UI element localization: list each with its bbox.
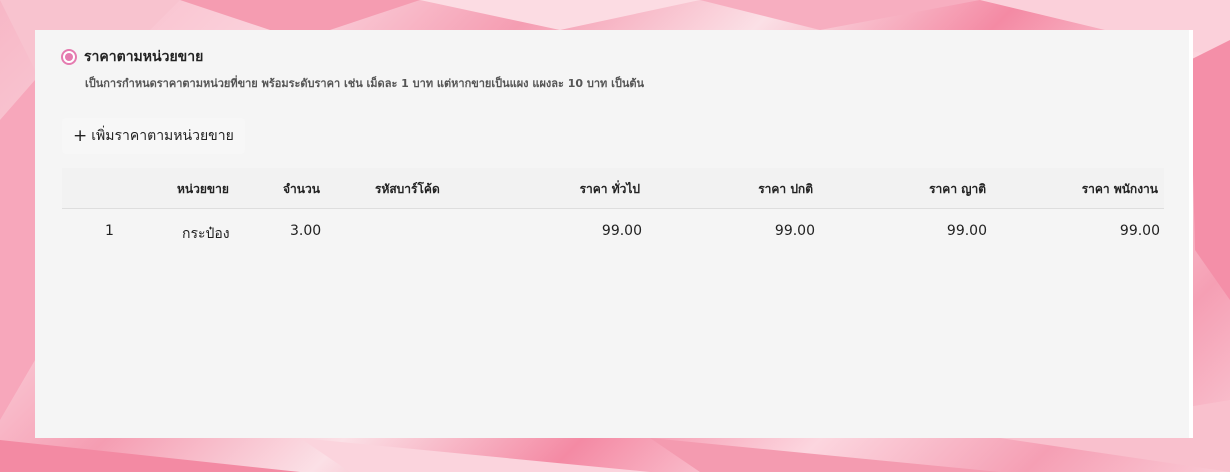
header-price-general: ราคา ทั่วไป — [579, 182, 640, 196]
price-unit-panel: ราคาตามหน่วยขาย เป็นการกำหนดราคาตามหน่วย… — [35, 30, 1193, 438]
header-price-normal: ราคา ปกติ — [758, 182, 813, 196]
header-quantity: จำนวน — [283, 182, 320, 196]
row-unit: กระป๋อง — [182, 226, 230, 242]
header-barcode: รหัสบาร์โค้ด — [375, 182, 440, 196]
radio-selected-dot — [65, 53, 73, 61]
unit-price-table: หน่วยขาย จำนวน รหัสบาร์โค้ด ราคา ทั่วไป … — [62, 168, 1164, 253]
add-unit-price-button[interactable]: + เพิ่มราคาตามหน่วยขาย — [62, 118, 245, 154]
table-row[interactable]: 1 กระป๋อง 3.00 99.00 99.00 99.00 99.00 — [62, 209, 1164, 253]
radio-button[interactable] — [61, 49, 77, 65]
header-price-relative: ราคา ญาติ — [929, 182, 986, 196]
section-description: เป็นการกำหนดราคาตามหน่วยที่ขาย พร้อมระดั… — [85, 77, 645, 90]
table-header: หน่วยขาย จำนวน รหัสบาร์โค้ด ราคา ทั่วไป … — [62, 168, 1164, 209]
add-unit-price-label: เพิ่มราคาตามหน่วยขาย — [91, 128, 234, 144]
row-price-general: 99.00 — [601, 223, 642, 239]
row-index: 1 — [105, 223, 114, 239]
row-price-relative: 99.00 — [946, 223, 987, 239]
price-by-unit-option[interactable]: ราคาตามหน่วยขาย — [61, 46, 203, 68]
row-price-staff: 99.00 — [1119, 223, 1160, 239]
row-price-normal: 99.00 — [774, 223, 815, 239]
radio-label: ราคาตามหน่วยขาย — [84, 49, 204, 65]
header-price-staff: ราคา พนักงาน — [1081, 182, 1158, 196]
plus-icon: + — [73, 125, 88, 146]
header-unit: หน่วยขาย — [177, 182, 229, 196]
row-quantity: 3.00 — [290, 223, 322, 239]
